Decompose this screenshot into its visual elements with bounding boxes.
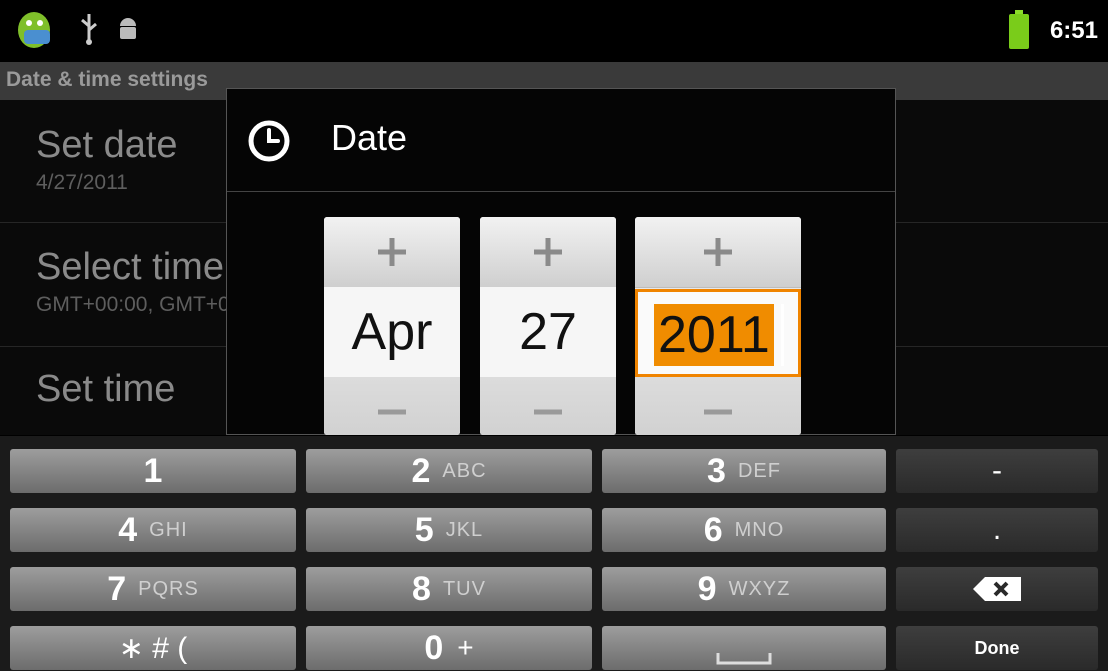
clock-time: 6:51	[1049, 17, 1098, 44]
plus-icon	[378, 238, 406, 266]
key-1[interactable]: 1	[10, 449, 296, 493]
plus-icon	[534, 238, 562, 266]
key-4[interactable]: 4 GHI	[10, 508, 296, 552]
year-picker: 2011	[635, 217, 801, 435]
month-picker: Apr	[324, 217, 460, 435]
dialog-header: Date	[227, 89, 895, 192]
key-minus[interactable]: -	[896, 449, 1098, 493]
year-selected-text: 2011	[654, 304, 774, 366]
key-sublabel: MNO	[734, 518, 785, 541]
day-decrement-button[interactable]	[480, 377, 616, 435]
key-6[interactable]: 6 MNO	[602, 508, 886, 552]
page-title: Date & time settings	[6, 68, 208, 91]
day-increment-button[interactable]	[480, 217, 616, 288]
key-sublabel: ABC	[442, 459, 487, 482]
day-picker: 27	[480, 217, 616, 435]
settings-item-title: Set date	[36, 124, 178, 166]
key-period[interactable]: .	[896, 508, 1098, 552]
key-label: 1	[143, 451, 163, 490]
key-5[interactable]: 5 JKL	[306, 508, 592, 552]
settings-item-title: Set time	[36, 368, 176, 410]
key-symbols[interactable]: ∗ # (	[10, 626, 296, 670]
minus-icon	[534, 409, 562, 415]
key-label: 3	[707, 451, 726, 490]
day-value[interactable]: 27	[480, 287, 616, 377]
settings-item-subtitle: 4/27/2011	[36, 171, 128, 194]
month-value[interactable]: Apr	[324, 287, 460, 377]
clock-icon	[248, 120, 290, 162]
plus-icon	[704, 238, 732, 266]
key-label: 6	[703, 510, 723, 549]
key-label: 7	[107, 569, 127, 608]
usb-icon	[81, 14, 97, 45]
key-sublabel: JKL	[445, 518, 484, 541]
year-input-field[interactable]: 2011	[635, 289, 801, 377]
key-label: .	[992, 513, 1002, 546]
android-debug-icon	[120, 18, 136, 39]
dialog-title: Date	[331, 117, 408, 158]
key-9[interactable]: 9 WXYZ	[602, 567, 886, 611]
settings-item-set-date[interactable]: Set date 4/27/2011	[36, 124, 178, 195]
key-label: Done	[974, 637, 1020, 658]
numeric-keyboard: 1 2 ABC 3 DEF - 4 GHI 5 JKL 6 MNO . 7 PQ…	[0, 436, 1108, 671]
key-backspace[interactable]	[896, 567, 1098, 611]
key-sublabel: +	[457, 632, 474, 663]
text-caret	[781, 304, 784, 366]
key-label: 2	[411, 451, 431, 490]
key-8[interactable]: 8 TUV	[306, 567, 592, 611]
year-increment-button[interactable]	[635, 217, 801, 288]
year-decrement-button[interactable]	[635, 377, 801, 435]
key-3[interactable]: 3 DEF	[602, 449, 886, 493]
key-label: 9	[697, 569, 717, 608]
key-label: -	[992, 454, 1002, 487]
backspace-icon	[973, 577, 1021, 601]
settings-item-set-time[interactable]: Set time	[36, 368, 175, 411]
key-space[interactable]	[602, 626, 886, 670]
key-sublabel: TUV	[442, 577, 486, 600]
key-label: ∗ # (	[118, 631, 188, 665]
android-notification-icon	[18, 12, 50, 48]
key-sublabel: PQRS	[138, 577, 199, 600]
minus-icon	[704, 409, 732, 415]
battery-icon	[1009, 10, 1029, 49]
status-bar: 6:51	[0, 0, 1108, 62]
key-label: 4	[118, 510, 138, 549]
space-icon	[716, 653, 772, 665]
key-label: 5	[414, 510, 434, 549]
key-7[interactable]: 7 PQRS	[10, 567, 296, 611]
key-2[interactable]: 2 ABC	[306, 449, 592, 493]
key-sublabel: GHI	[149, 518, 188, 541]
key-label: 0	[424, 628, 444, 667]
key-label: 8	[412, 569, 431, 608]
key-0[interactable]: 0 +	[306, 626, 592, 670]
month-decrement-button[interactable]	[324, 377, 460, 435]
minus-icon	[378, 409, 406, 415]
date-dialog: Date Apr 27 2011	[226, 88, 896, 435]
month-increment-button[interactable]	[324, 217, 460, 288]
key-sublabel: WXYZ	[728, 577, 791, 600]
key-sublabel: DEF	[737, 459, 781, 482]
done-button[interactable]: Done	[896, 626, 1098, 670]
